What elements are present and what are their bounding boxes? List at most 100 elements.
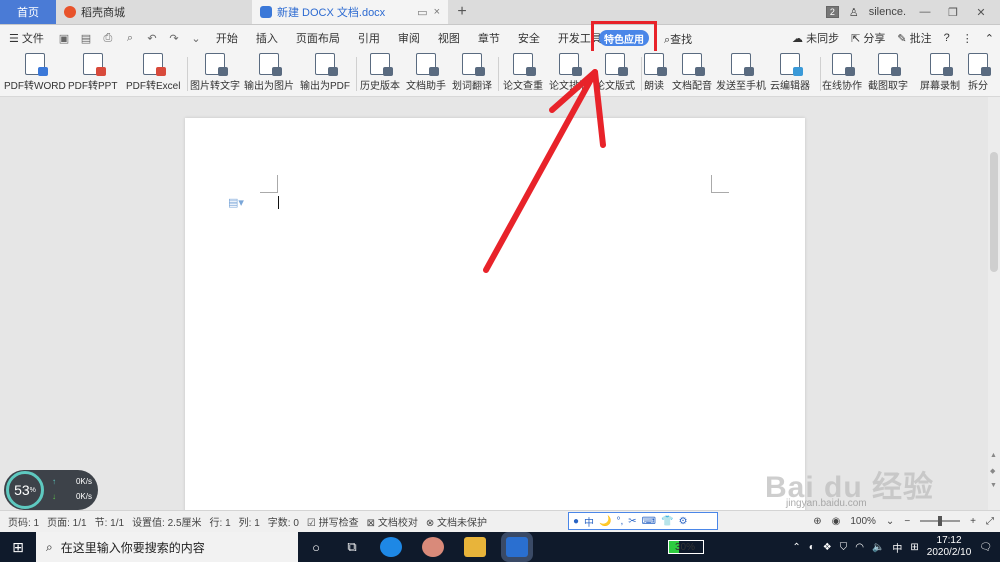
sync-status[interactable]: ☁ 未同步 <box>792 30 839 46</box>
photo-app-icon[interactable] <box>422 537 444 557</box>
user-name[interactable]: silence. <box>869 6 906 18</box>
tool-12[interactable]: 朗读 <box>644 53 667 93</box>
show-hidden-icon[interactable]: ⌃ <box>792 542 800 553</box>
collapse-icon[interactable]: ⌃ <box>985 32 994 45</box>
tray-shield-icon[interactable]: ⛉ <box>840 542 848 553</box>
fullscreen-icon[interactable]: ⤢ <box>986 516 994 527</box>
ime-punct-icon[interactable]: °, <box>617 516 624 527</box>
zoom-slider[interactable] <box>920 516 961 526</box>
tool-0[interactable]: PDF转WORD <box>4 53 66 93</box>
status-words[interactable]: 字数: 0 <box>268 514 299 529</box>
ime-keyboard-icon[interactable]: ⌨ <box>642 516 656 527</box>
windows-start-icon[interactable]: ⊞ <box>0 532 36 562</box>
tab-daoke-store[interactable]: 稻壳商城 <box>56 0 252 24</box>
tray-ime[interactable]: 中 <box>892 540 902 555</box>
file-menu[interactable]: ☰ 文件 <box>0 30 53 46</box>
tab-home[interactable]: 首页 <box>0 0 56 24</box>
wps-writer-icon[interactable] <box>506 537 528 557</box>
paragraph-icon[interactable]: ▤▾ <box>228 196 244 209</box>
new-tab-button[interactable]: + <box>448 0 476 24</box>
cortana-icon[interactable]: ○ <box>298 532 334 562</box>
ime-lang[interactable]: 中 <box>584 514 594 529</box>
status-section[interactable]: 节: 1/1 <box>95 514 124 529</box>
zoom-level[interactable]: 100% <box>850 516 876 527</box>
scroll-thumb[interactable] <box>990 152 998 272</box>
clock[interactable]: 17:12 2020/2/10 <box>927 535 972 559</box>
tray-keyboard-icon[interactable]: ⊞ <box>910 542 918 553</box>
status-setting[interactable]: 设置值: 2.5厘米 <box>132 514 201 529</box>
tool-5[interactable]: 输出为PDF <box>300 53 350 93</box>
prev-page-icon[interactable]: ◆ <box>990 467 998 475</box>
tray-app-icon[interactable]: ◐ <box>809 542 815 553</box>
restore-icon[interactable]: ❐ <box>944 6 962 19</box>
next-page-icon[interactable]: ▼ <box>990 482 998 489</box>
volume-icon[interactable]: 🔈 <box>872 542 884 553</box>
eye-protect-icon[interactable]: ◉ <box>832 516 841 527</box>
redo-icon[interactable]: ↷ <box>167 32 181 45</box>
menu-chapter[interactable]: 章节 <box>469 30 509 46</box>
menu-insert[interactable]: 插入 <box>247 30 287 46</box>
status-pages[interactable]: 页面: 1/1 <box>47 514 86 529</box>
zoom-dropdown-icon[interactable]: ⌄ <box>886 516 894 527</box>
export-icon[interactable]: ▤ <box>79 32 93 45</box>
menu-special-apps[interactable]: 特色应用 <box>599 30 649 46</box>
minimize-icon[interactable]: — <box>916 6 934 18</box>
search-button[interactable]: ⌕查找 <box>664 31 692 47</box>
tool-16[interactable]: 在线协作 <box>822 53 862 93</box>
zoom-in-icon[interactable]: + <box>970 516 976 527</box>
tab-close-icon[interactable]: × <box>434 6 440 18</box>
tool-18[interactable]: 屏幕录制 <box>920 53 960 93</box>
ime-skin-icon[interactable]: 👕 <box>661 516 673 527</box>
tool-15[interactable]: 云编辑器 <box>770 53 810 93</box>
menu-review[interactable]: 审阅 <box>389 30 429 46</box>
user-icon[interactable]: ♙ <box>849 6 859 19</box>
menu-security[interactable]: 安全 <box>509 30 549 46</box>
ime-settings-icon[interactable]: ⚙ <box>679 516 688 527</box>
menu-page-layout[interactable]: 页面布局 <box>287 30 349 46</box>
tab-pin-icon[interactable]: ▭ <box>417 6 427 19</box>
web-layout-icon[interactable]: ⊕ <box>813 516 821 527</box>
edge-browser-icon[interactable] <box>380 537 402 557</box>
menu-view[interactable]: 视图 <box>429 30 469 46</box>
tab-document[interactable]: 新建 DOCX 文档.docx ▭ × <box>252 0 448 24</box>
tool-2[interactable]: PDF转Excel <box>126 53 180 93</box>
tool-6[interactable]: 历史版本 <box>360 53 400 93</box>
help-icon[interactable]: ? <box>944 32 950 44</box>
wifi-icon[interactable]: ◠ <box>855 542 864 553</box>
taskbar-search[interactable]: ⌕ 在这里输入你要搜索的内容 <box>36 532 298 562</box>
menu-reference[interactable]: 引用 <box>349 30 389 46</box>
preview-icon[interactable]: ⌕ <box>123 32 137 44</box>
tool-7[interactable]: 文档助手 <box>406 53 446 93</box>
menu-start[interactable]: 开始 <box>207 30 247 46</box>
ime-scissors-icon[interactable]: ✂ <box>628 516 636 527</box>
zoom-out-icon[interactable]: − <box>904 516 910 527</box>
protect-button[interactable]: ⊗ 文档未保护 <box>426 514 487 529</box>
save-icon[interactable]: ▣ <box>57 32 71 45</box>
status-row[interactable]: 行: 1 <box>210 514 231 529</box>
more-menu-icon[interactable]: ⋮ <box>962 32 973 45</box>
ime-logo-icon[interactable]: ● <box>573 516 579 527</box>
ime-moon-icon[interactable]: 🌙 <box>599 516 611 527</box>
proofread-button[interactable]: ⊠ 文档校对 <box>367 514 418 529</box>
share-button[interactable]: ⇱ 分享 <box>851 30 885 46</box>
tool-13[interactable]: 文档配音 <box>672 53 712 93</box>
window-count-badge[interactable]: 2 <box>825 6 839 18</box>
battery-indicator[interactable]: 30% <box>668 540 704 554</box>
tool-19[interactable]: 拆分 <box>968 53 991 93</box>
tool-4[interactable]: 输出为图片 <box>244 53 294 93</box>
tray-network-icon[interactable]: ❖ <box>823 542 832 553</box>
scroll-up-icon[interactable]: ▲ <box>990 452 998 459</box>
comment-button[interactable]: ✎ 批注 <box>897 30 931 46</box>
notification-icon[interactable]: 🗨 <box>979 542 992 553</box>
vertical-scrollbar[interactable]: ▲ ◆ ▼ <box>988 97 1000 510</box>
spell-check-button[interactable]: ☑ 拼写检查 <box>307 514 359 529</box>
tool-17[interactable]: 截图取字 <box>868 53 908 93</box>
file-explorer-icon[interactable] <box>464 537 486 557</box>
task-view-icon[interactable]: ⧉ <box>334 532 370 562</box>
tool-3[interactable]: 图片转文字 <box>190 53 240 93</box>
more-icon[interactable]: ⌄ <box>189 32 203 45</box>
status-page-no[interactable]: 页码: 1 <box>8 514 39 529</box>
zoom-slider-thumb[interactable] <box>938 516 943 526</box>
tool-14[interactable]: 发送至手机 <box>716 53 766 93</box>
close-window-icon[interactable]: ✕ <box>972 6 990 19</box>
